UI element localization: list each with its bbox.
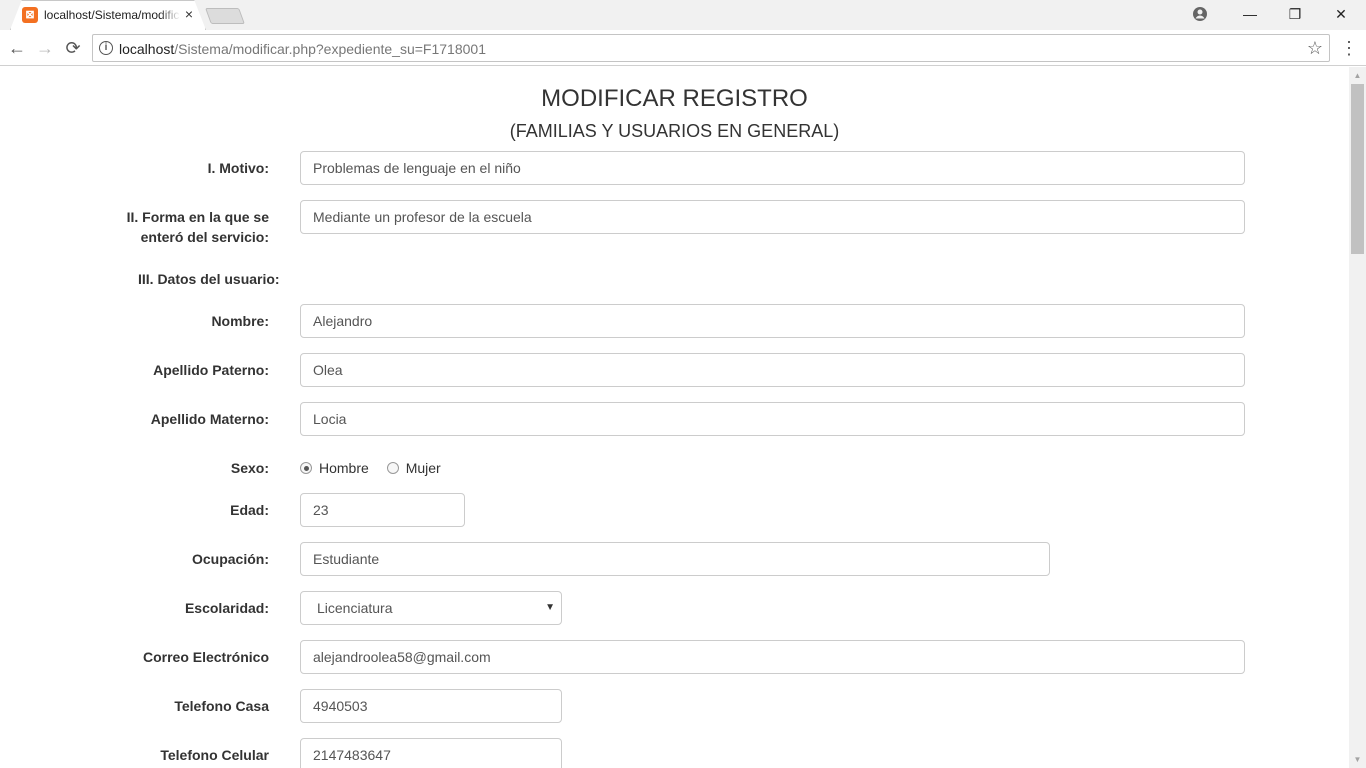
address-bar[interactable]: i localhost/Sistema/modificar.php?expedi… — [92, 34, 1330, 62]
nombre-input[interactable]: Alejandro — [300, 304, 1245, 338]
telefono-celular-label: Telefono Celular — [160, 747, 269, 763]
restore-button[interactable]: ❐ — [1272, 0, 1318, 28]
new-tab-button[interactable] — [205, 8, 245, 24]
scroll-thumb[interactable] — [1351, 84, 1364, 254]
page-viewport: MODIFICAR REGISTRO (FAMILIAS Y USUARIOS … — [0, 67, 1349, 768]
page-title: MODIFICAR REGISTRO — [541, 85, 808, 112]
correo-label: Correo Electrónico — [142, 649, 269, 665]
url-path: /Sistema/modificar.php?expediente_su=F17… — [174, 41, 486, 57]
escolaridad-select[interactable]: Licenciatura ▼ — [300, 591, 562, 625]
telefono-casa-label: Telefono Casa — [174, 698, 269, 714]
telefono-casa-input[interactable]: 4940503 — [300, 689, 562, 723]
account-icon[interactable] — [1192, 6, 1208, 22]
forward-button[interactable]: → — [32, 35, 58, 61]
xampp-favicon-icon: ⊠ — [22, 7, 38, 23]
browser-tab-content[interactable]: ⊠ localhost/Sistema/modificar.php?expedi… — [22, 0, 208, 30]
forma-input[interactable]: Mediante un profesor de la escuela — [300, 200, 1245, 234]
motivo-input[interactable]: Problemas de lenguaje en el niño — [300, 151, 1245, 185]
apellido-paterno-input[interactable]: Olea — [300, 353, 1245, 387]
escolaridad-selected: Licenciatura — [317, 600, 393, 616]
reload-button[interactable]: ⟳ — [60, 35, 86, 61]
ocupacion-input[interactable]: Estudiante — [300, 542, 1050, 576]
scroll-up-icon[interactable]: ▲ — [1349, 67, 1366, 84]
browser-menu-icon[interactable]: ⋮ — [1340, 35, 1358, 61]
sexo-mujer-radio[interactable] — [386, 462, 399, 474]
browser-toolbar: ← → ⟳ i localhost/Sistema/modificar.php?… — [0, 30, 1366, 66]
bookmark-star-icon[interactable]: ☆ — [1307, 38, 1323, 59]
url-host: localhost — [119, 41, 175, 57]
page-scrollbar[interactable]: ▲ ▼ — [1349, 67, 1366, 768]
sexo-radio-group: Hombre Mujer — [300, 458, 455, 478]
ocupacion-label: Ocupación: — [191, 551, 269, 567]
telefono-celular-input[interactable]: 2147483647 — [300, 738, 562, 768]
sexo-hombre-label[interactable]: Hombre — [319, 460, 369, 476]
nombre-label: Nombre: — [211, 313, 269, 329]
chevron-down-icon: ▼ — [545, 602, 555, 613]
edad-label: Edad: — [230, 502, 269, 518]
section-datos-usuario: III. Datos del usuario: — [138, 271, 280, 287]
tab-close-icon[interactable]: × — [182, 6, 196, 22]
sexo-label: Sexo: — [230, 460, 269, 476]
forma-label-line2: enteró del servicio: — [140, 229, 269, 245]
close-window-button[interactable]: ✕ — [1318, 0, 1364, 28]
motivo-label: I. Motivo: — [207, 160, 269, 176]
edad-input[interactable]: 23 — [300, 493, 465, 527]
apellido-materno-input[interactable]: Locia — [300, 402, 1245, 436]
tab-title: localhost/Sistema/modificar.php?expedien… — [44, 8, 180, 22]
escolaridad-label: Escolaridad: — [184, 600, 269, 616]
sexo-hombre-radio[interactable] — [300, 462, 312, 474]
forma-label-line1: II. Forma en la que se — [126, 209, 269, 225]
page-subtitle: (FAMILIAS Y USUARIOS EN GENERAL) — [509, 121, 840, 141]
minimize-button[interactable]: — — [1227, 0, 1273, 28]
back-button[interactable]: ← — [4, 35, 30, 61]
scroll-down-icon[interactable]: ▼ — [1349, 751, 1366, 768]
address-url[interactable]: localhost/Sistema/modificar.php?expedien… — [119, 41, 486, 57]
forma-label: II. Forma en la que se enteró del servic… — [127, 207, 269, 247]
correo-input[interactable]: alejandroolea58@gmail.com — [300, 640, 1245, 674]
apellido-paterno-label: Apellido Paterno: — [153, 362, 269, 378]
tab-strip: ⊠ localhost/Sistema/modificar.php?expedi… — [0, 0, 1366, 30]
apellido-materno-label: Apellido Materno: — [150, 411, 269, 427]
sexo-mujer-label[interactable]: Mujer — [406, 460, 441, 476]
info-icon[interactable]: i — [99, 41, 113, 55]
